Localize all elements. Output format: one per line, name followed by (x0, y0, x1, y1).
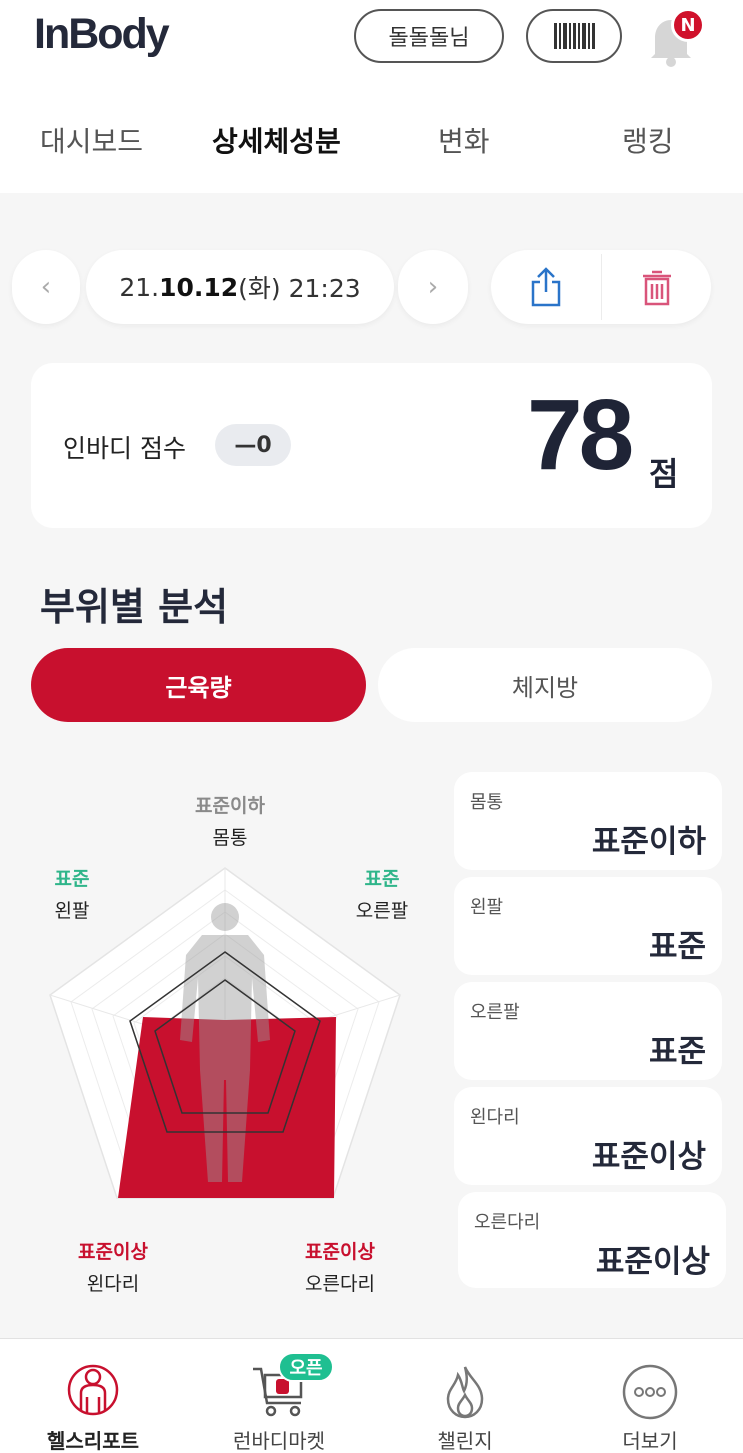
radar-part-left-arm: 왼팔 (54, 900, 90, 922)
delete-button[interactable] (602, 250, 711, 324)
radar-part-trunk: 몸통 (212, 827, 248, 849)
part-card-left-leg[interactable]: 왼다리 표준이상 (454, 1087, 722, 1185)
part-value: 표준 (648, 1034, 706, 1070)
part-value: 표준이상 (591, 1139, 706, 1175)
nav-challenge[interactable]: 챌린지 (372, 1339, 558, 1453)
radar-label-right-arm: 표준 오른팔 (330, 863, 434, 927)
prev-date-button[interactable]: ‹ (12, 250, 80, 324)
radar-part-right-leg: 오른다리 (305, 1273, 375, 1295)
part-name: 몸통 (470, 792, 504, 813)
tab-dashboard[interactable]: 대시보드 (40, 120, 143, 160)
part-name: 오른팔 (470, 1002, 520, 1023)
part-name: 왼팔 (470, 897, 504, 918)
radar-part-left-leg: 왼다리 (86, 1273, 140, 1295)
part-card-trunk[interactable]: 몸통 표준이하 (454, 772, 722, 870)
fat-toggle[interactable]: 체지방 (378, 648, 712, 722)
part-value: 표준이상 (595, 1244, 710, 1280)
main-tabs: 대시보드 상세체성분 변화 랭킹 (0, 120, 743, 170)
radar-status-right-arm: 표준 (364, 868, 400, 890)
tab-change[interactable]: 변화 (438, 120, 490, 160)
score-label: 인바디 점수 (63, 434, 186, 463)
date-bold: 10.12 (159, 272, 239, 302)
part-value: 표준이하 (591, 824, 706, 860)
nav-market[interactable]: 런바디마켓 (186, 1339, 372, 1453)
radar-status-trunk: 표준이하 (195, 795, 265, 817)
tab-ranking[interactable]: 랭킹 (622, 120, 674, 160)
date-display[interactable]: 21. 10.12 (화) 21:23 (86, 250, 394, 324)
trash-icon (642, 270, 671, 306)
barcode-icon (553, 23, 595, 49)
more-icon (622, 1364, 678, 1420)
next-date-button[interactable]: › (398, 250, 468, 324)
health-report-icon (67, 1364, 119, 1416)
app-header: InBody 돌돌돌님 N 대시보드 상세체성분 변화 랭킹 (0, 0, 743, 193)
nav-label: 더보기 (622, 1429, 678, 1453)
chevron-right-icon: › (427, 272, 439, 302)
inbody-logo: InBody (34, 10, 170, 58)
radar-part-right-arm: 오른팔 (355, 900, 409, 922)
part-name: 왼다리 (470, 1107, 520, 1128)
nav-more[interactable]: 더보기 (557, 1339, 743, 1453)
date-suffix: (화) 21:23 (238, 274, 361, 303)
nav-label: 헬스리포트 (47, 1429, 139, 1453)
radar-status-left-leg: 표준이상 (78, 1241, 148, 1263)
part-card-right-arm[interactable]: 오른팔 표준 (454, 982, 722, 1080)
radar-label-left-arm: 표준 왼팔 (22, 863, 122, 927)
nav-health-report[interactable]: 헬스리포트 (0, 1339, 186, 1453)
radar-label-trunk: 표준이하 몸통 (165, 790, 295, 854)
bottom-navigation: 헬스리포트 런바디마켓 챌린지 더보기 (0, 1338, 743, 1453)
radar-label-right-leg: 표준이상 오른다리 (283, 1236, 397, 1300)
notification-badge: N (671, 8, 705, 42)
radar-status-left-arm: 표준 (54, 868, 90, 890)
score-unit: 점 (649, 455, 679, 493)
share-icon (531, 267, 561, 307)
section-title: 부위별 분석 (40, 585, 229, 629)
part-card-left-arm[interactable]: 왼팔 표준 (454, 877, 722, 975)
share-button[interactable] (491, 250, 601, 324)
score-delta-badge: —0 (215, 424, 291, 466)
user-name-button[interactable]: 돌돌돌님 (354, 9, 504, 63)
nav-label: 런바디마켓 (233, 1429, 325, 1453)
date-prefix: 21. (119, 272, 160, 302)
muscle-toggle[interactable]: 근육량 (31, 648, 366, 722)
tab-body-composition[interactable]: 상세체성분 (212, 120, 341, 160)
radar-status-right-leg: 표준이상 (305, 1241, 375, 1263)
flame-icon (446, 1366, 484, 1419)
radar-label-left-leg: 표준이상 왼다리 (56, 1236, 170, 1300)
part-card-right-leg[interactable]: 오른다리 표준이상 (458, 1192, 726, 1288)
inbody-score-card: 인바디 점수 —0 78 점 (31, 363, 712, 528)
score-value: 78 (527, 379, 634, 491)
market-open-badge: 오픈 (278, 1352, 334, 1382)
part-value: 표준 (648, 929, 706, 965)
part-name: 오른다리 (474, 1212, 541, 1233)
chevron-left-icon: ‹ (40, 272, 52, 302)
nav-label: 챌린지 (437, 1429, 493, 1453)
barcode-button[interactable] (526, 9, 622, 63)
action-group (491, 250, 711, 324)
